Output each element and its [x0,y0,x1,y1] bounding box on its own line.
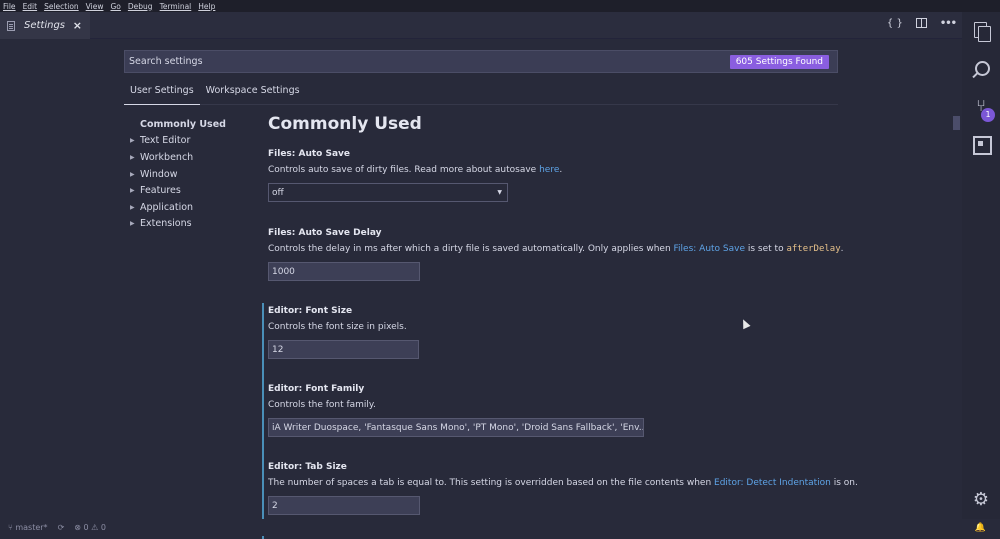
scrollbar-thumb[interactable] [953,116,960,130]
chevron-right-icon: ▶ [130,137,135,145]
select-value: off [272,187,284,198]
editor-tab-bar: Settings × { } ••• [0,12,962,39]
explorer-icon[interactable] [971,22,991,42]
setting-title: Files: Auto Save Delay [268,228,382,238]
menu-help[interactable]: Help [198,2,215,11]
gear-icon[interactable]: ⚙ [971,490,991,510]
setting-description: Controls auto save of dirty files. Read … [268,165,563,175]
split-editor-icon[interactable] [915,18,927,28]
mouse-cursor-icon [739,317,751,330]
menu-debug[interactable]: Debug [128,2,153,11]
editor-actions: { } ••• [887,18,957,29]
setting-editor-tab-size: Editor: Tab Size The number of spaces a … [262,459,858,539]
toc-item-extensions[interactable]: ▶ Extensions [130,216,226,233]
setting-title: Editor: Font Family [268,384,365,394]
chevron-right-icon: ▶ [130,153,135,161]
chevron-right-icon: ▶ [130,187,135,195]
sync-icon[interactable]: ⟳ [58,523,65,532]
autosave-link[interactable]: here [539,165,559,175]
toc-item-label: Features [140,185,181,197]
files-auto-save-link[interactable]: Files: Auto Save [674,244,746,254]
toc-item-label: Extensions [140,218,192,230]
setting-editor-font-family: Editor: Font Family Controls the font fa… [262,381,644,461]
toc-item-workbench[interactable]: ▶ Workbench [130,149,226,166]
setting-description: Controls the delay in ms after which a d… [268,244,844,254]
chevron-down-icon: ▼ [497,189,502,196]
menu-edit[interactable]: Edit [23,2,38,11]
activity-bar: ⑂ 1 ⚙ [962,12,1000,524]
search-icon[interactable] [971,60,991,80]
tab-settings[interactable]: Settings × [0,12,90,39]
open-json-icon[interactable]: { } [887,18,903,29]
toc-item-label: Application [140,201,194,213]
notification-bell-icon[interactable]: 🔔 [975,523,986,533]
toc-item-label: Commonly Used [140,118,226,130]
chevron-right-icon: ▶ [130,220,135,228]
file-icon [7,20,15,31]
settings-toc: Commonly Used ▶ Text Editor ▶ Workbench … [130,116,226,232]
search-input[interactable] [129,56,730,67]
chevron-right-icon: ▶ [130,170,135,178]
settings-found-badge: 605 Settings Found [729,54,829,69]
setting-description: The number of spaces a tab is equal to. … [268,478,858,488]
tab-user-settings[interactable]: User Settings [124,79,200,105]
extensions-icon[interactable] [971,134,992,155]
setting-files-auto-save-delay: Files: Auto Save Delay Controls the dela… [268,228,844,281]
toc-item-label: Window [140,168,178,180]
scm-badge: 1 [981,108,995,122]
auto-save-select[interactable]: off ▼ [268,183,508,202]
problems-indicator[interactable]: ⊗ 0 ⚠ 0 [74,523,106,532]
toc-item-label: Text Editor [140,135,191,147]
toc-item-window[interactable]: ▶ Window [130,166,226,183]
status-bar: ⑂ master* ⟳ ⊗ 0 ⚠ 0 🔔 [0,519,1000,536]
toc-item-commonly-used[interactable]: Commonly Used [130,116,226,133]
toc-item-text-editor[interactable]: ▶ Text Editor [130,133,226,150]
settings-scope-tabs: User Settings Workspace Settings [124,79,838,105]
menu-go[interactable]: Go [110,2,120,11]
menu-terminal[interactable]: Terminal [160,2,192,11]
toc-item-features[interactable]: ▶ Features [130,182,226,199]
section-title: Commonly Used [268,114,422,134]
setting-title: Editor: Font Size [268,306,353,316]
more-actions-icon[interactable]: ••• [940,18,957,29]
tab-label: Settings [24,20,66,31]
tab-size-input[interactable]: 2 [268,496,420,515]
menu-selection[interactable]: Selection [44,2,79,11]
setting-title: Files: Auto Save [268,149,351,159]
setting-editor-font-size: Editor: Font Size Controls the font size… [262,303,419,383]
toc-item-application[interactable]: ▶ Application [130,199,226,216]
detect-indentation-link[interactable]: Editor: Detect Indentation [714,478,831,488]
auto-save-delay-input[interactable]: 1000 [268,262,420,281]
search-settings: 605 Settings Found [124,50,838,73]
font-size-input[interactable]: 12 [268,340,419,359]
tab-workspace-settings[interactable]: Workspace Settings [200,79,306,105]
branch-indicator[interactable]: ⑂ master* [8,523,48,532]
setting-files-auto-save: Files: Auto Save Controls auto save of d… [268,149,562,202]
chevron-right-icon: ▶ [130,203,135,211]
font-family-input[interactable]: iA Writer Duospace, 'Fantasque Sans Mono… [268,418,644,437]
close-icon[interactable]: × [73,19,82,32]
settings-list: Commonly Used Files: Auto Save Controls … [262,114,858,539]
menu-view[interactable]: View [86,2,104,11]
menu-bar: File Edit Selection View Go Debug Termin… [0,0,1000,12]
setting-title: Editor: Tab Size [268,462,347,472]
setting-description: Controls the font size in pixels. [268,322,407,332]
toc-item-label: Workbench [140,151,194,163]
setting-description: Controls the font family. [268,400,376,410]
menu-file[interactable]: File [3,2,16,11]
